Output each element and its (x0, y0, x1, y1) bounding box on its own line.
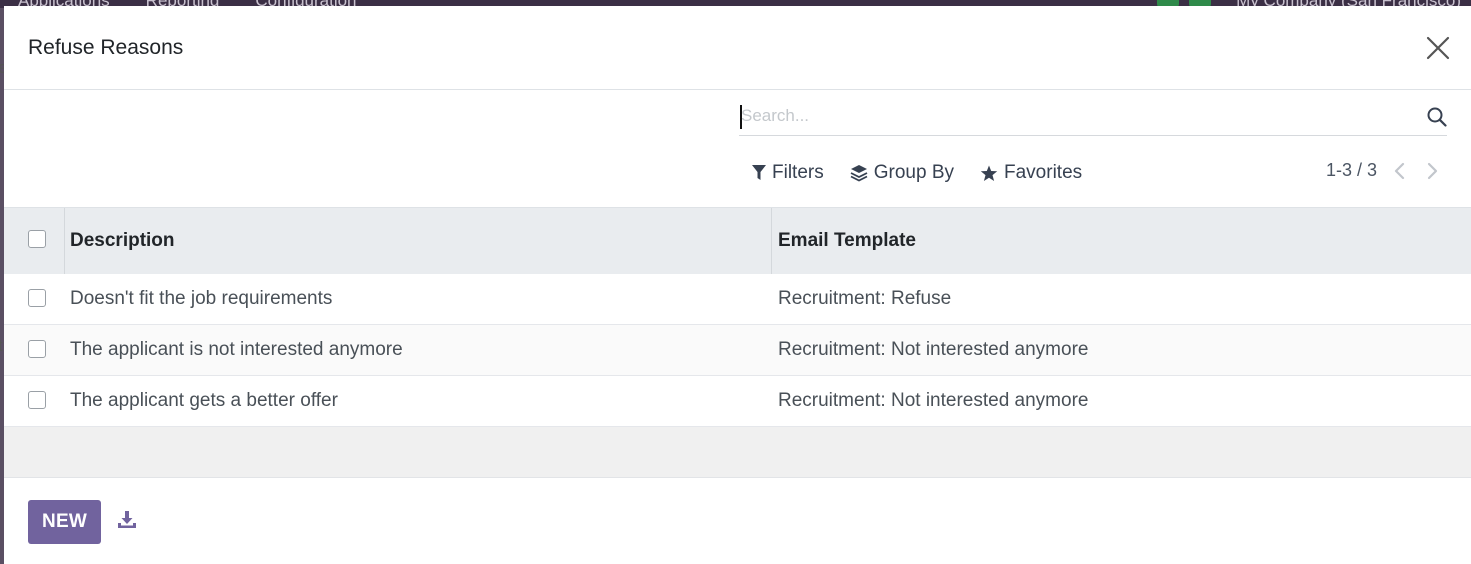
text-caret (740, 105, 742, 129)
search-input[interactable] (739, 99, 1411, 133)
search-panel-toggles: Filters Group By Favorites (752, 161, 1082, 185)
search-bar (739, 99, 1447, 136)
column-divider (771, 208, 772, 274)
favorites-label: Favorites (1004, 162, 1083, 183)
filter-icon (752, 165, 766, 180)
export-button[interactable] (117, 510, 137, 530)
refuse-reasons-dialog: Refuse Reasons Filters (4, 6, 1471, 564)
email-template-cell[interactable]: Recruitment: Not interested anymore (778, 339, 1088, 361)
pager: 1-3 / 3 (1326, 160, 1441, 181)
column-header-email-template[interactable]: Email Template (778, 230, 916, 252)
row-checkbox[interactable] (28, 289, 46, 307)
pager-value[interactable]: 1-3 / 3 (1326, 160, 1377, 181)
star-icon (980, 165, 998, 181)
group-by-label: Group By (873, 162, 954, 183)
select-all-checkbox[interactable] (28, 230, 46, 248)
table-header: Description Email Template (4, 207, 1471, 274)
modal-title: Refuse Reasons (28, 36, 184, 59)
description-cell[interactable]: The applicant gets a better offer (70, 390, 338, 412)
row-checkbox[interactable] (28, 340, 46, 358)
pager-next-button[interactable] (1423, 161, 1441, 181)
email-template-cell[interactable]: Recruitment: Not interested anymore (778, 390, 1088, 412)
modal-footer: NEW (4, 476, 1471, 564)
table-row[interactable]: The applicant gets a better offer Recrui… (4, 376, 1471, 427)
column-header-description[interactable]: Description (70, 230, 175, 252)
close-button[interactable] (1425, 35, 1451, 61)
table-row[interactable]: The applicant is not interested anymore … (4, 325, 1471, 376)
search-icon[interactable] (1427, 107, 1447, 127)
background-glyph: t (0, 336, 3, 355)
description-cell[interactable]: The applicant is not interested anymore (70, 339, 403, 361)
refuse-reasons-list: Description Email Template Doesn't fit t… (4, 207, 1471, 478)
download-icon (118, 511, 136, 528)
group-by-button[interactable]: Group By (850, 161, 954, 185)
pager-previous-button[interactable] (1391, 161, 1409, 181)
description-cell[interactable]: Doesn't fit the job requirements (70, 288, 332, 310)
close-icon (1426, 36, 1450, 60)
filters-button[interactable]: Filters (752, 161, 824, 185)
row-checkbox[interactable] (28, 391, 46, 409)
layers-icon (850, 165, 868, 182)
column-divider (64, 208, 65, 274)
table-empty-filler (4, 427, 1471, 478)
chevron-left-icon (1394, 162, 1405, 179)
favorites-button[interactable]: Favorites (980, 161, 1082, 185)
new-button[interactable]: NEW (28, 500, 101, 544)
chevron-right-icon (1427, 162, 1438, 179)
filters-label: Filters (772, 162, 824, 183)
email-template-cell[interactable]: Recruitment: Refuse (778, 288, 951, 310)
modal-header: Refuse Reasons (4, 6, 1471, 90)
table-row[interactable]: Doesn't fit the job requirements Recruit… (4, 274, 1471, 325)
